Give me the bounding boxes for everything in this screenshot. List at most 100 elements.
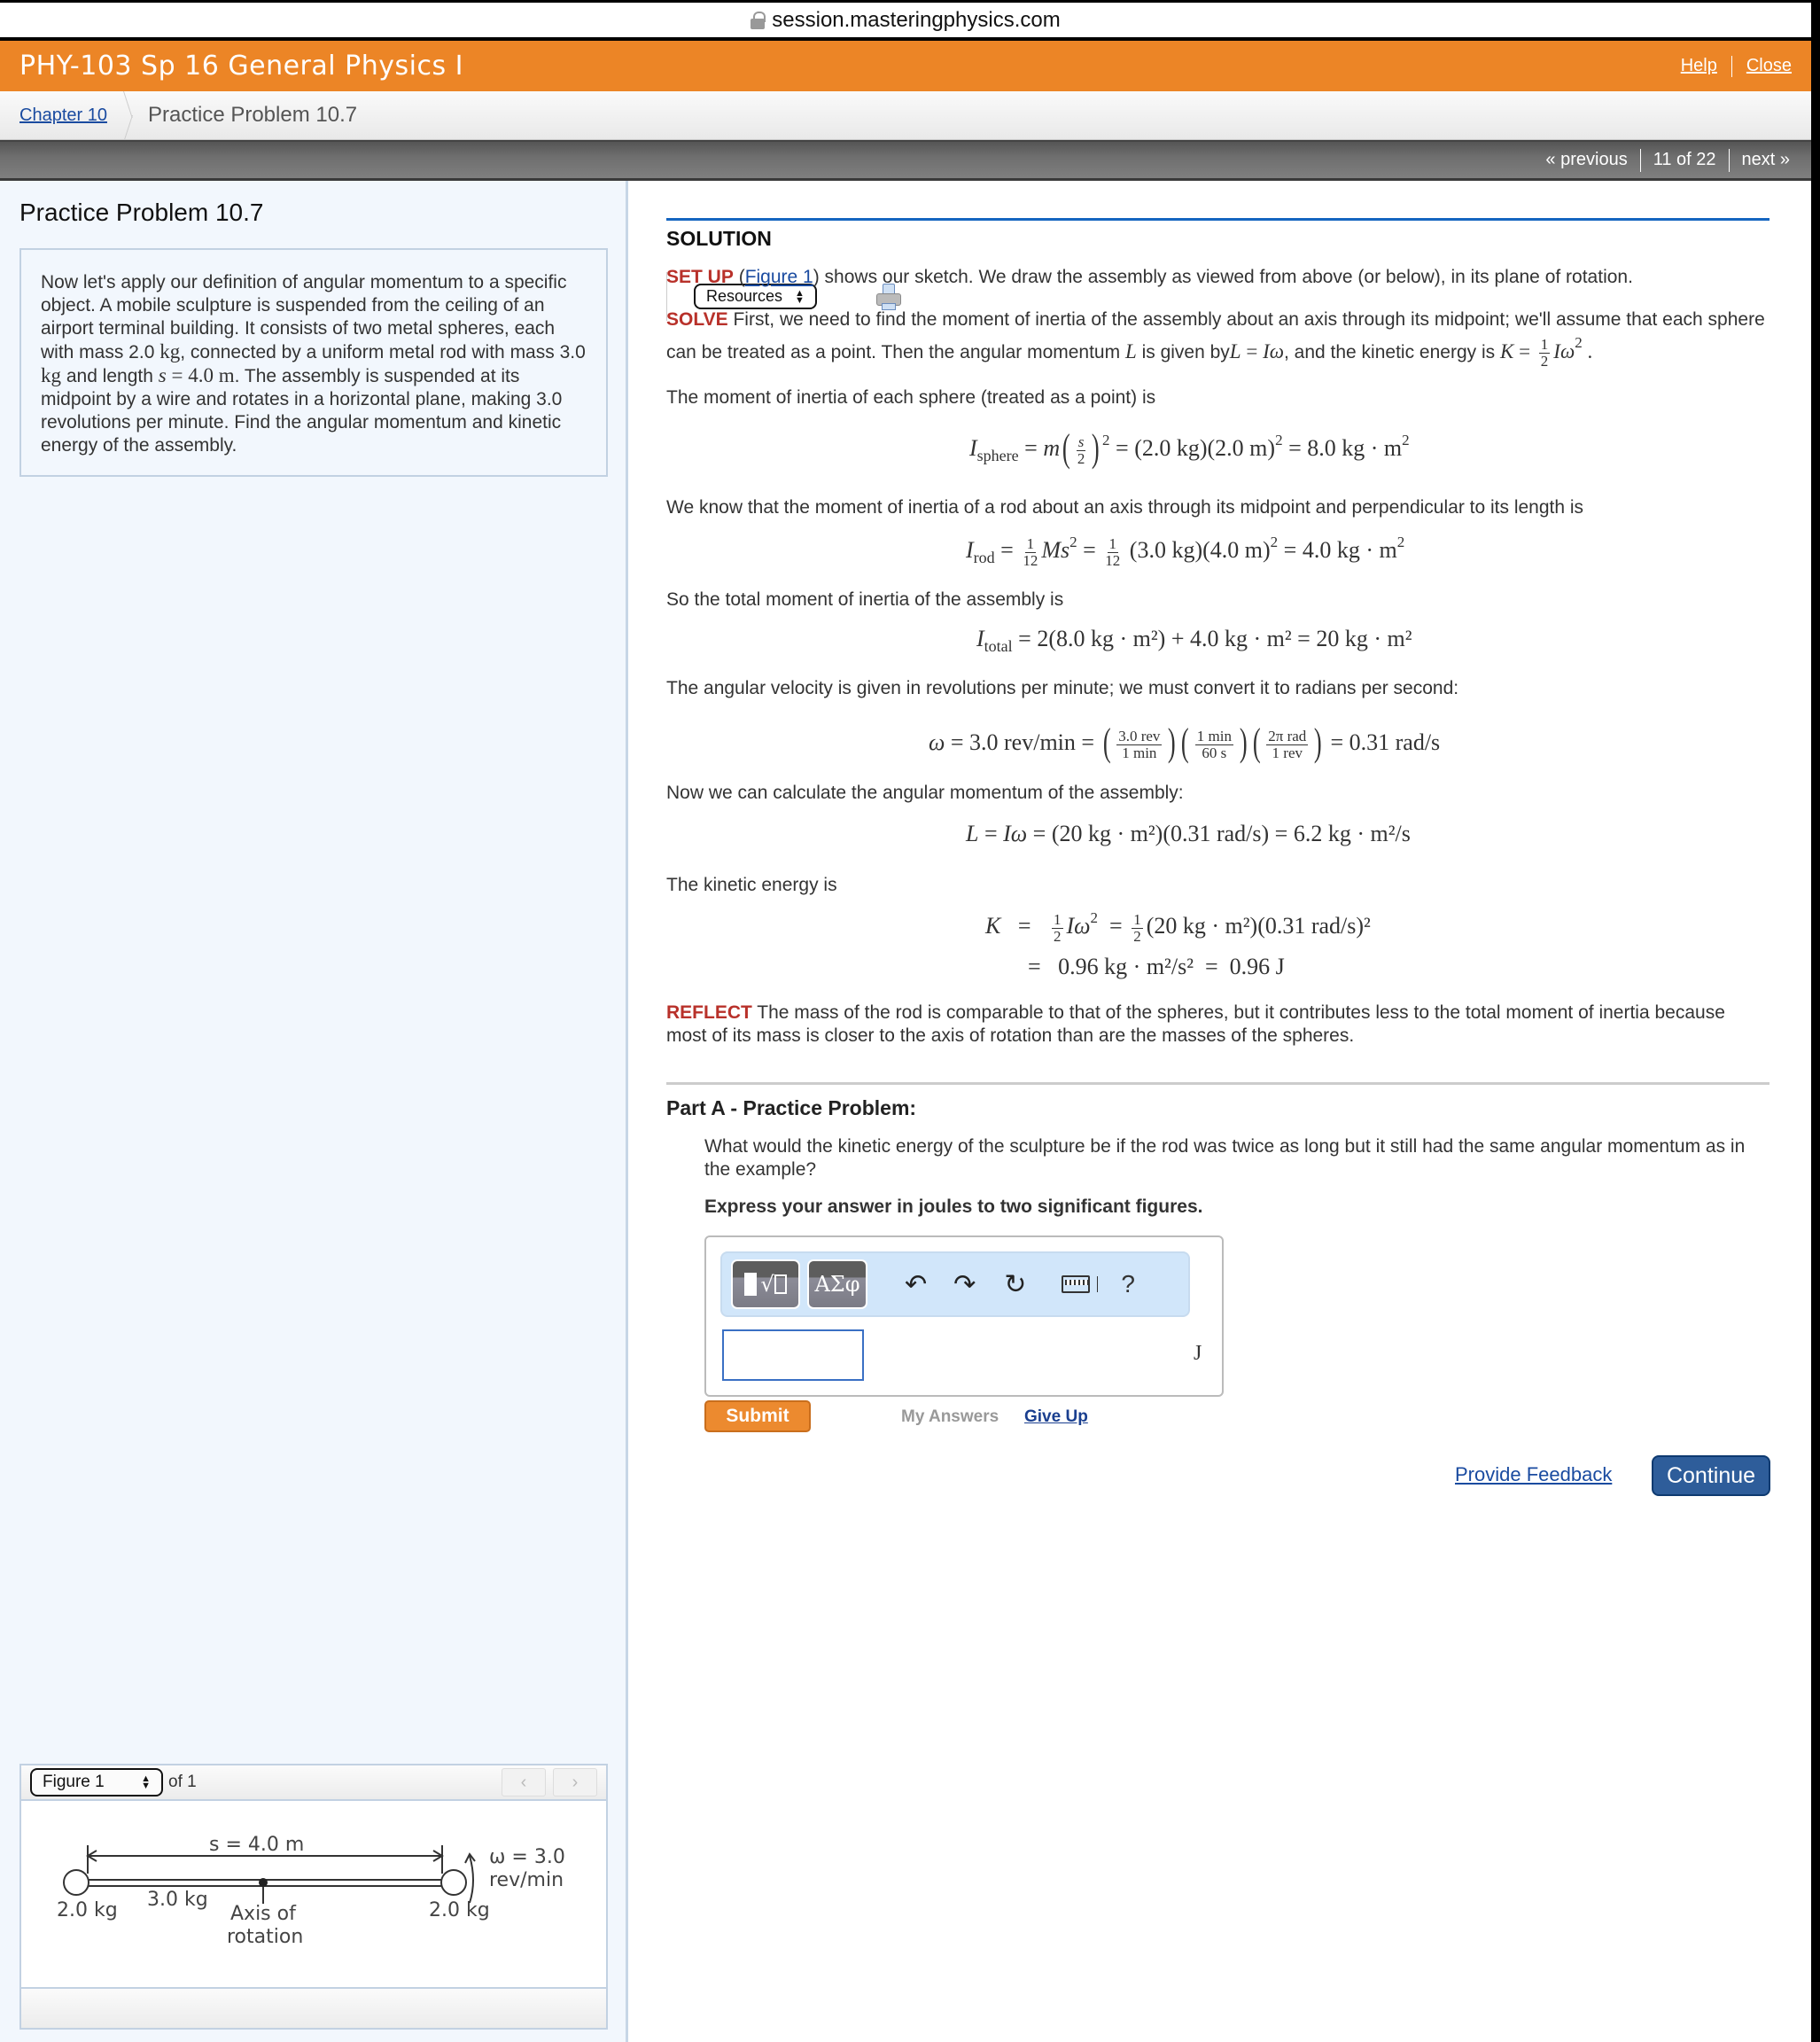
lock-icon: [751, 11, 766, 29]
help-link[interactable]: Help: [1681, 56, 1717, 76]
help-button[interactable]: ?: [1121, 1270, 1135, 1298]
figure-link[interactable]: Figure 1: [745, 267, 813, 287]
var-L: L: [1124, 340, 1137, 362]
figure-image: s = 4.0 m ω = 3.0 rev/min 2.0 kg 2.0 kg …: [21, 1801, 606, 1987]
keyboard-icon[interactable]: [1062, 1275, 1091, 1293]
solution-heading: SOLUTION: [666, 227, 772, 250]
figure-prev-button[interactable]: ‹: [502, 1768, 546, 1796]
reflect-paragraph: REFLECT The mass of the rod is comparabl…: [666, 1002, 1769, 1048]
provide-feedback-link[interactable]: Provide Feedback: [1455, 1463, 1612, 1486]
omega-intro: The angular velocity is given in revolut…: [666, 678, 1459, 698]
divider: [1639, 148, 1641, 172]
template-slot-icon: [774, 1274, 787, 1294]
variable-s: s: [158, 364, 167, 386]
undo-icon[interactable]: ↶: [905, 1269, 927, 1300]
rod-mass-label: 3.0 kg: [147, 1889, 208, 1911]
left-sphere: [63, 1869, 89, 1896]
eq-K-inline: K = 1 2 Iω2 .: [1499, 334, 1593, 370]
eq-L-inline: L = Iω: [1229, 340, 1284, 362]
give-up-link[interactable]: Give Up: [1024, 1407, 1088, 1427]
select-arrows-icon: ▲ ▼: [795, 287, 805, 306]
my-answers-link[interactable]: My Answers: [901, 1407, 999, 1427]
problem-panel: Practice Problem 10.7 Now let's apply ou…: [0, 181, 628, 2042]
reflect-label: REFLECT: [666, 1002, 752, 1023]
figure-nav: ‹ ›: [502, 1768, 597, 1796]
select-arrows-icon: ▲ ▼: [141, 1773, 151, 1791]
setup-paragraph: SET UP (Figure 1) shows our sketch. We d…: [666, 267, 1633, 287]
eq-rod-mid: (3.0 kg)(4.0 m): [1129, 537, 1271, 563]
continue-button[interactable]: Continue: [1652, 1455, 1770, 1496]
next-link[interactable]: next »: [1742, 150, 1790, 170]
close-link[interactable]: Close: [1746, 56, 1792, 76]
eq-K-value: 0.96 kg · m²/s²: [1058, 954, 1194, 979]
eq-omega-result: = 0.31 rad/s: [1330, 729, 1441, 755]
figure-next-button[interactable]: ›: [553, 1768, 597, 1796]
browser-url-bar[interactable]: session.masteringphysics.com: [0, 0, 1811, 41]
part-a-instruction: Express your answer in joules to two sig…: [704, 1196, 1203, 1217]
frac-num: 1 min: [1194, 727, 1233, 745]
rotation-arrow: [469, 1855, 474, 1904]
solve-paragraph: SOLVE First, we need to find the moment …: [666, 308, 1769, 370]
problem-title: Practice Problem 10.7: [19, 199, 264, 226]
figure-select[interactable]: Figure 1 ▲ ▼: [30, 1768, 163, 1796]
divider: [1097, 1276, 1099, 1292]
eq-sphere-rhs: = (2.0 kg)(2.0 m): [1116, 435, 1276, 461]
submit-button[interactable]: Submit: [704, 1400, 811, 1432]
header-links: Help Close: [1681, 55, 1792, 77]
answer-input[interactable]: [722, 1329, 864, 1381]
solve-text: , and the kinetic energy is: [1283, 342, 1500, 362]
right-mass-label: 2.0 kg: [429, 1899, 490, 1921]
answer-unit: J: [1194, 1342, 1202, 1365]
omega-unit-label: rev/min: [489, 1869, 564, 1891]
axis-point: [259, 1878, 268, 1887]
url-text: session.masteringphysics.com: [772, 7, 1061, 32]
figure-count: of 1: [168, 1773, 197, 1791]
eq-rod-result: = 4.0 kg · m: [1283, 537, 1397, 563]
previous-link[interactable]: « previous: [1545, 150, 1627, 170]
figure-toolbar: Figure 1 ▲ ▼ of 1 ‹ ›: [21, 1765, 606, 1801]
eq-L-rhs: = (20 kg · m²)(0.31 rad/s) = 6.2 kg · m²…: [1032, 821, 1411, 846]
eq-K-joules: 0.96 J: [1229, 954, 1285, 979]
eq-L: L = Iω = (20 kg · m²)(0.31 rad/s) = 6.2 …: [966, 821, 1411, 846]
eq-rod: Irod = 1 12 Ms2 = 1 12 (3.0 kg)(4.0 m)2 = 4…: [966, 534, 1405, 569]
math-toolbar: √ ΑΣφ ↶ ↷ ↻ ?: [720, 1251, 1190, 1317]
L-intro: Now we can calculate the angular momentu…: [666, 783, 1184, 803]
part-a-question: What would the kinetic energy of the scu…: [704, 1136, 1746, 1180]
total-intro: So the total moment of inertia of the as…: [666, 589, 1064, 610]
eq-total-rhs: = 2(8.0 kg · m²) + 4.0 kg · m² = 20 kg ·…: [1018, 626, 1412, 651]
left-mass-label: 2.0 kg: [57, 1899, 118, 1921]
course-title: PHY-103 Sp 16 General Physics I: [19, 51, 463, 82]
eq-sphere-result: = 8.0 kg · m: [1288, 435, 1403, 461]
problem-text: and length: [61, 366, 159, 386]
templates-button[interactable]: √: [731, 1259, 800, 1309]
unit-kg: kg: [159, 340, 181, 362]
section-divider: [666, 1082, 1769, 1085]
omega-label: ω = 3.0: [489, 1846, 565, 1868]
item-position: 11 of 22: [1653, 150, 1716, 169]
length-value: = 4.0 m: [166, 364, 235, 386]
breadcrumb-chapter-link[interactable]: Chapter 10: [0, 105, 123, 126]
redo-icon[interactable]: ↷: [953, 1269, 976, 1300]
breadcrumb: Chapter 10 Practice Problem 10.7 Resourc…: [0, 91, 1811, 321]
sculpture-diagram: s = 4.0 m ω = 3.0 rev/min 2.0 kg 2.0 kg …: [57, 1834, 565, 1948]
divider: [1728, 148, 1730, 172]
rod-intro: We know that the moment of inertia of a …: [666, 497, 1584, 518]
solve-text: is given by: [1136, 342, 1230, 362]
reset-icon[interactable]: ↻: [1004, 1269, 1026, 1300]
right-sphere: [440, 1869, 467, 1896]
symbols-button[interactable]: ΑΣφ: [807, 1259, 867, 1309]
page: session.masteringphysics.com PHY-103 Sp …: [0, 0, 1811, 2042]
frac-den: 1 min: [1122, 744, 1157, 761]
eq-total: Itotal = 2(8.0 kg · m²) + 4.0 kg · m² = …: [976, 626, 1412, 655]
eq-omega: ω = 3.0 rev/min = (3.0 rev 1 min)(1 min 60…: [929, 721, 1441, 764]
section-divider: [666, 218, 1769, 221]
resources-label: Resources: [706, 287, 783, 305]
frac-den: 1 rev: [1272, 744, 1303, 761]
eq-K-line2: = 0.96 kg · m²/s² = 0.96 J: [1028, 954, 1285, 979]
axis-label-2: rotation: [227, 1926, 303, 1948]
eq-sphere: Isphere = m(s 2) 2 = (2.0 kg)(2.0 m)2 = 8.…: [969, 426, 1410, 470]
frac-num: 2π rad: [1266, 727, 1309, 745]
setup-text: ) shows our sketch. We draw the assembly…: [813, 267, 1633, 287]
K-intro: The kinetic energy is: [666, 875, 837, 895]
breadcrumb-separator-icon: [123, 91, 139, 140]
